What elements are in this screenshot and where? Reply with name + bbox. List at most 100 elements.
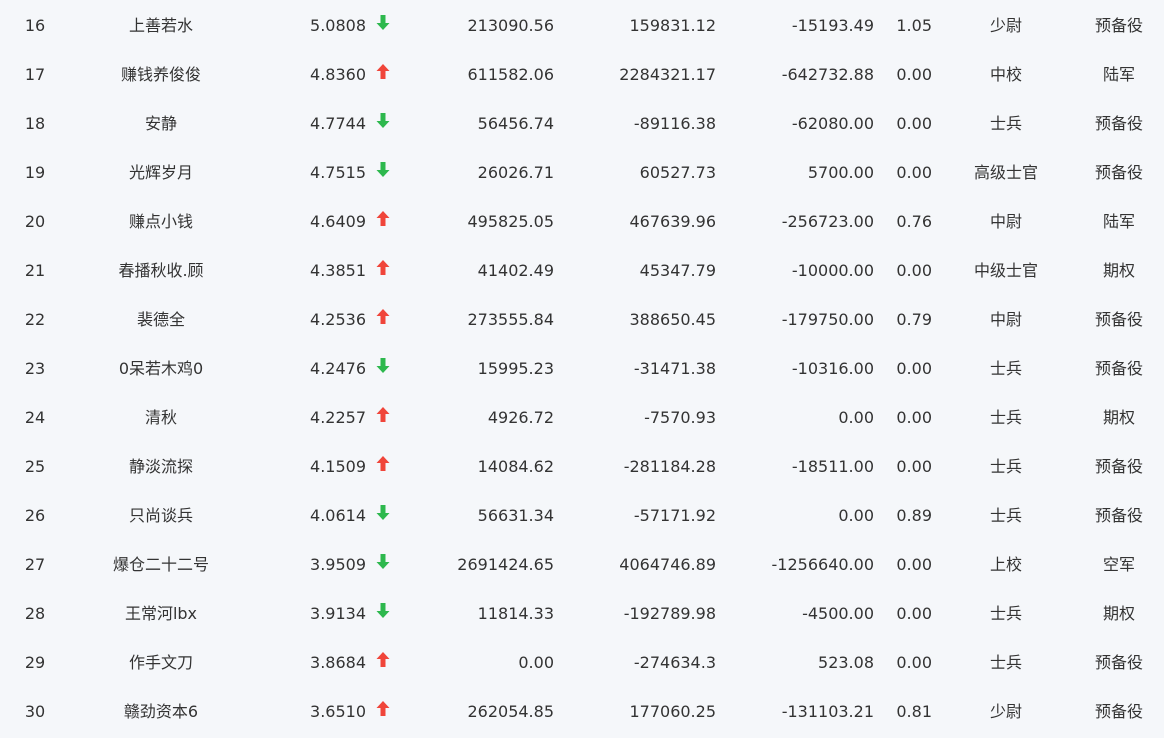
trader-name[interactable]: 赣劲资本6 <box>66 686 256 735</box>
value-cell-3: 0.00 <box>838 408 874 427</box>
rate-cell: 0.00 <box>896 408 932 427</box>
trader-name[interactable]: 0呆若木鸡0 <box>66 343 256 392</box>
value-cell-1: 611582.06 <box>467 65 554 84</box>
military-rank-cell: 上校 <box>989 555 1022 574</box>
table-row[interactable]: 19 光辉岁月 4.7515 26026.71 60527.73 5700.00… <box>0 147 1164 196</box>
score-cell: 4.1509 <box>310 457 366 476</box>
table-row[interactable]: 29 作手文刀 3.8684 0.00 -274634.3 523.08 0.0… <box>0 637 1164 686</box>
category-cell: 预备役 <box>1094 702 1143 721</box>
trader-name[interactable]: 王常河lbx <box>66 588 256 637</box>
value-cell-3: -256723.00 <box>781 212 874 231</box>
value-cell-1: 213090.56 <box>467 16 554 35</box>
rank-cell: 16 <box>24 16 46 35</box>
table-row[interactable]: 16 上善若水 5.0808 213090.56 159831.12 -1519… <box>0 0 1164 49</box>
arrow-up-icon <box>374 196 392 245</box>
value-cell-1: 262054.85 <box>467 702 554 721</box>
table-row[interactable]: 21 春播秋收.顾 4.3851 41402.49 45347.79 -1000… <box>0 245 1164 294</box>
trader-name[interactable]: 安静 <box>66 98 256 147</box>
military-rank-cell: 中尉 <box>989 310 1022 329</box>
rate-cell: 0.00 <box>896 114 932 133</box>
rank-cell: 19 <box>24 163 46 182</box>
trader-name[interactable]: 只尚谈兵 <box>66 490 256 539</box>
table-row[interactable]: 27 爆仓二十二号 3.9509 2691424.65 4064746.89 -… <box>0 539 1164 588</box>
arrow-up-icon <box>374 294 392 343</box>
category-cell: 陆军 <box>1102 212 1135 231</box>
score-cell: 4.8360 <box>310 65 366 84</box>
score-cell: 5.0808 <box>310 16 366 35</box>
score-cell: 4.2476 <box>310 359 366 378</box>
trader-name[interactable]: 裴德全 <box>66 294 256 343</box>
trader-name[interactable]: 上善若水 <box>66 0 256 49</box>
rank-cell: 21 <box>24 261 46 280</box>
value-cell-3: -642732.88 <box>781 65 874 84</box>
arrow-down-icon <box>374 98 392 147</box>
value-cell-3: -4500.00 <box>802 604 874 623</box>
rank-cell: 28 <box>24 604 46 623</box>
military-rank-cell: 士兵 <box>989 653 1022 672</box>
category-cell: 预备役 <box>1094 457 1143 476</box>
military-rank-cell: 士兵 <box>989 506 1022 525</box>
value-cell-2: 45347.79 <box>639 261 716 280</box>
value-cell-2: -31471.38 <box>633 359 716 378</box>
category-cell: 预备役 <box>1094 310 1143 329</box>
trader-name[interactable]: 爆仓二十二号 <box>66 539 256 588</box>
value-cell-2: 60527.73 <box>639 163 716 182</box>
value-cell-1: 15995.23 <box>477 359 554 378</box>
value-cell-1: 4926.72 <box>487 408 554 427</box>
military-rank-cell: 中级士官 <box>973 261 1038 280</box>
rank-cell: 26 <box>24 506 46 525</box>
arrow-up-icon <box>374 637 392 686</box>
value-cell-3: 0.00 <box>838 506 874 525</box>
value-cell-2: -274634.3 <box>633 653 716 672</box>
category-cell: 陆军 <box>1102 65 1135 84</box>
arrow-down-icon <box>374 147 392 196</box>
value-cell-2: -89116.38 <box>633 114 716 133</box>
value-cell-1: 0.00 <box>518 653 554 672</box>
military-rank-cell: 中校 <box>989 65 1022 84</box>
value-cell-2: 467639.96 <box>629 212 716 231</box>
score-cell: 4.7515 <box>310 163 366 182</box>
table-row[interactable]: 20 赚点小钱 4.6409 495825.05 467639.96 -2567… <box>0 196 1164 245</box>
table-row[interactable]: 22 裴德全 4.2536 273555.84 388650.45 -17975… <box>0 294 1164 343</box>
rank-cell: 27 <box>24 555 46 574</box>
rank-cell: 22 <box>24 310 46 329</box>
category-cell: 预备役 <box>1094 16 1143 35</box>
table-row[interactable]: 28 王常河lbx 3.9134 11814.33 -192789.98 -45… <box>0 588 1164 637</box>
rank-cell: 30 <box>24 702 46 721</box>
value-cell-1: 11814.33 <box>477 604 554 623</box>
rate-cell: 0.00 <box>896 163 932 182</box>
table-row[interactable]: 26 只尚谈兵 4.0614 56631.34 -57171.92 0.00 0… <box>0 490 1164 539</box>
trader-name[interactable]: 赚点小钱 <box>66 196 256 245</box>
table-row[interactable]: 30 赣劲资本6 3.6510 262054.85 177060.25 -131… <box>0 686 1164 735</box>
trader-name[interactable]: 光辉岁月 <box>66 147 256 196</box>
arrow-down-icon <box>374 0 392 49</box>
arrow-up-icon <box>374 245 392 294</box>
trader-name[interactable]: 春播秋收.顾 <box>66 245 256 294</box>
score-cell: 4.7744 <box>310 114 366 133</box>
category-cell: 预备役 <box>1094 114 1143 133</box>
trader-name[interactable]: 赚钱养俊俊 <box>66 49 256 98</box>
table-row[interactable]: 23 0呆若木鸡0 4.2476 15995.23 -31471.38 -103… <box>0 343 1164 392</box>
value-cell-1: 56631.34 <box>477 506 554 525</box>
arrow-up-icon <box>374 49 392 98</box>
table-row[interactable]: 17 赚钱养俊俊 4.8360 611582.06 2284321.17 -64… <box>0 49 1164 98</box>
value-cell-3: -62080.00 <box>791 114 874 133</box>
trader-name[interactable]: 静淡流探 <box>66 441 256 490</box>
trader-name[interactable]: 清秋 <box>66 392 256 441</box>
table-row[interactable]: 18 安静 4.7744 56456.74 -89116.38 -62080.0… <box>0 98 1164 147</box>
table-row[interactable]: 24 清秋 4.2257 4926.72 -7570.93 0.00 0.00 … <box>0 392 1164 441</box>
arrow-up-icon <box>374 441 392 490</box>
value-cell-3: -1256640.00 <box>771 555 874 574</box>
rate-cell: 0.00 <box>896 65 932 84</box>
category-cell: 预备役 <box>1094 359 1143 378</box>
value-cell-1: 14084.62 <box>477 457 554 476</box>
value-cell-3: -131103.21 <box>781 702 874 721</box>
category-cell: 期权 <box>1102 261 1135 280</box>
value-cell-3: 5700.00 <box>807 163 874 182</box>
military-rank-cell: 中尉 <box>989 212 1022 231</box>
table-row[interactable]: 25 静淡流探 4.1509 14084.62 -281184.28 -1851… <box>0 441 1164 490</box>
trader-name[interactable]: 作手文刀 <box>66 637 256 686</box>
value-cell-1: 2691424.65 <box>457 555 554 574</box>
category-cell: 期权 <box>1102 604 1135 623</box>
military-rank-cell: 士兵 <box>989 408 1022 427</box>
